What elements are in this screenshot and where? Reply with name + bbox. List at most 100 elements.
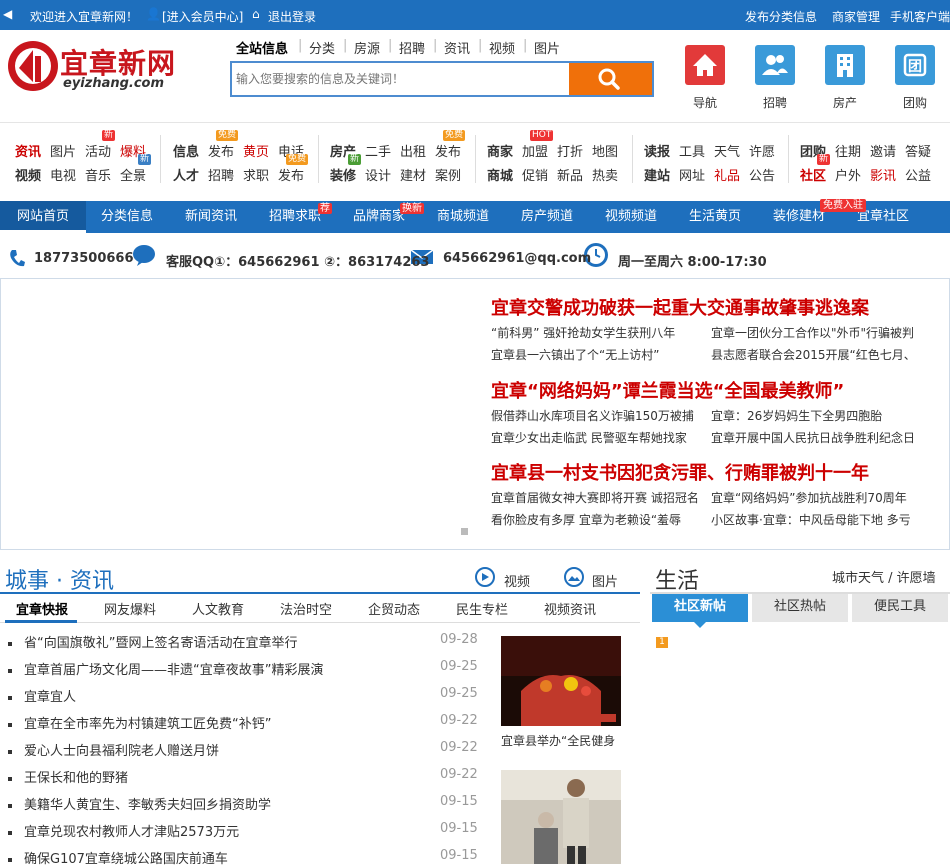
cat-franchise[interactable]: 加盟 bbox=[522, 141, 548, 160]
cat-tv[interactable]: 电视 bbox=[50, 165, 76, 184]
cat-charity[interactable]: 公益 bbox=[905, 165, 931, 184]
jobs-quick-button[interactable] bbox=[755, 45, 795, 85]
cat-invite[interactable]: 邀请 bbox=[870, 141, 896, 160]
slider-dot[interactable] bbox=[461, 528, 468, 535]
cat-images[interactable]: 图片 bbox=[50, 141, 76, 160]
headline-title[interactable]: 宜章县一村支书因犯贪污罪、行贿罪被判十一年 bbox=[491, 459, 869, 485]
tab-express[interactable]: 宜章快报 bbox=[16, 599, 68, 618]
image-icon[interactable] bbox=[562, 567, 586, 587]
cat-recruit[interactable]: 招聘 bbox=[208, 165, 234, 184]
headline-item[interactable]: “前科男” 强奸抢劫女学生获刑八年 bbox=[491, 324, 675, 341]
search-tab-jobs[interactable]: 招聘 bbox=[399, 38, 425, 57]
headline-item[interactable]: 宜章少女出走临武 民警驱车帮她找家 bbox=[491, 429, 687, 446]
search-tab-all[interactable]: 全站信息 bbox=[236, 38, 288, 57]
cat-newproducts[interactable]: 新品 bbox=[557, 165, 583, 184]
nav-mall[interactable]: 商城频道 bbox=[437, 201, 489, 233]
nav-video[interactable]: 视频频道 bbox=[605, 201, 657, 233]
nav-realestate[interactable]: 房产频道 bbox=[521, 201, 573, 233]
tab-scoop[interactable]: 网友爆料 bbox=[104, 599, 156, 618]
list-item[interactable]: 爱心人士向县福利院老人赠送月饼 bbox=[8, 740, 219, 759]
logout-link[interactable]: 退出登录 bbox=[268, 8, 316, 25]
headline-item[interactable]: 宜章：26岁妈妈生下全男四胞胎 bbox=[711, 407, 882, 424]
search-tab-images[interactable]: 图片 bbox=[534, 38, 560, 57]
search-tab-video[interactable]: 视频 bbox=[489, 38, 515, 57]
video-icon[interactable] bbox=[473, 567, 497, 587]
tab-community-new[interactable]: 社区新帖 bbox=[652, 594, 748, 622]
cat-panorama[interactable]: 全景 bbox=[120, 165, 146, 184]
headline-title[interactable]: 宜章交警成功破获一起重大交通事故肇事逃逸案 bbox=[491, 294, 869, 320]
headline-item[interactable]: 宜章首届微女神大赛即将开赛 诚招冠名 bbox=[491, 489, 699, 506]
cat-rent[interactable]: 出租 bbox=[400, 141, 426, 160]
nav-news[interactable]: 新闻资讯 bbox=[185, 201, 237, 233]
cat-hotsale[interactable]: 热卖 bbox=[592, 165, 618, 184]
cat-movies[interactable]: 影讯 bbox=[870, 165, 896, 184]
tab-culture[interactable]: 人文教育 bbox=[192, 599, 244, 618]
cat-tools[interactable]: 工具 bbox=[679, 141, 705, 160]
cat-community[interactable]: 社区 bbox=[800, 165, 826, 184]
cat-mall[interactable]: 商城 bbox=[487, 165, 513, 184]
headline-item[interactable]: 假借莽山水库项目名义诈骗150万被捕 bbox=[491, 407, 694, 424]
image-link[interactable]: 图片 bbox=[592, 571, 618, 590]
list-item[interactable]: 宜章首届广场文化周——非遗“宜章夜故事”精彩展演 bbox=[8, 659, 323, 678]
nav-home[interactable]: 网站首页 bbox=[0, 201, 86, 233]
headline-item[interactable]: 宜章县一六镇出了个“无上访村” bbox=[491, 346, 659, 363]
nav-decoration[interactable]: 装修建材 bbox=[773, 201, 825, 233]
tab-business[interactable]: 企贸动态 bbox=[368, 599, 420, 618]
cat-past[interactable]: 往期 bbox=[835, 141, 861, 160]
cat-website[interactable]: 建站 bbox=[644, 165, 670, 184]
tab-law[interactable]: 法治时空 bbox=[280, 599, 332, 618]
life-links[interactable]: 城市天气 / 许愿墙 bbox=[832, 567, 936, 586]
cat-jobseek[interactable]: 求职 bbox=[243, 165, 269, 184]
merchant-admin-link[interactable]: 商家管理 bbox=[832, 8, 880, 25]
cat-materials[interactable]: 建材 bbox=[400, 165, 426, 184]
groupbuy-quick-button[interactable]: 团 bbox=[895, 45, 935, 85]
search-tab-news[interactable]: 资讯 bbox=[444, 38, 470, 57]
list-item[interactable]: 王保长和他的野猪 bbox=[8, 767, 128, 786]
list-item[interactable]: 省“向国旗敬礼”暨网上签名寄语活动在宜章举行 bbox=[8, 632, 297, 651]
cat-merchant[interactable]: 商家 bbox=[487, 141, 513, 160]
nav-brands[interactable]: 品牌商家 bbox=[353, 201, 405, 233]
cat-news[interactable]: 资讯 bbox=[15, 141, 41, 160]
nav-classified[interactable]: 分类信息 bbox=[101, 201, 153, 233]
headline-item[interactable]: 县志愿者联合会2015开展“红色七月、 bbox=[711, 346, 916, 363]
headline-title[interactable]: 宜章“网络妈妈”谭兰霞当选“全国最美教师” bbox=[491, 377, 844, 403]
cat-yellowpages[interactable]: 黄页 bbox=[243, 141, 269, 160]
cat-publish[interactable]: 发布 bbox=[208, 141, 234, 160]
nav-yellowpages[interactable]: 生活黄页 bbox=[689, 201, 741, 233]
cat-events[interactable]: 活动 bbox=[85, 141, 111, 160]
list-item[interactable]: 宜章宜人 bbox=[8, 686, 76, 705]
nav-jobs[interactable]: 招聘求职 bbox=[269, 201, 321, 233]
headline-item[interactable]: 宜章“网络妈妈”参加抗战胜利70周年 bbox=[711, 489, 907, 506]
nav-quick-button[interactable] bbox=[685, 45, 725, 85]
cat-house-publish[interactable]: 发布 bbox=[435, 141, 461, 160]
tab-video-news[interactable]: 视频资讯 bbox=[544, 599, 596, 618]
cat-talent[interactable]: 人才 bbox=[173, 165, 199, 184]
video-link[interactable]: 视频 bbox=[504, 571, 530, 590]
cat-decoration[interactable]: 装修 bbox=[330, 165, 356, 184]
cat-cases[interactable]: 案例 bbox=[435, 165, 461, 184]
photo-caption[interactable]: 宜章县举办“全民健身 bbox=[501, 732, 615, 749]
tab-community-hot[interactable]: 社区热帖 bbox=[752, 594, 848, 622]
search-button[interactable] bbox=[569, 63, 652, 95]
cat-notice[interactable]: 公告 bbox=[749, 165, 775, 184]
news-photo[interactable] bbox=[501, 770, 621, 864]
tab-utilities[interactable]: 便民工具 bbox=[852, 594, 948, 622]
cat-video[interactable]: 视频 bbox=[15, 165, 41, 184]
cat-music[interactable]: 音乐 bbox=[85, 165, 111, 184]
cat-promotion[interactable]: 促销 bbox=[522, 165, 548, 184]
cat-outdoor[interactable]: 户外 bbox=[835, 165, 861, 184]
headline-item[interactable]: 看你脸皮有多厚 宜章为老赖设“羞辱 bbox=[491, 511, 681, 528]
cat-design[interactable]: 设计 bbox=[365, 165, 391, 184]
list-item[interactable]: 宜章在全市率先为村镇建筑工匠免费“补钙” bbox=[8, 713, 271, 732]
tab-livelihood[interactable]: 民生专栏 bbox=[456, 599, 508, 618]
list-item[interactable]: 宜章兑现农村教师人才津贴2573万元 bbox=[8, 821, 239, 840]
post-classified-link[interactable]: 发布分类信息 bbox=[745, 8, 817, 25]
cat-urls[interactable]: 网址 bbox=[679, 165, 705, 184]
member-center-link[interactable]: [进入会员中心] bbox=[162, 8, 243, 25]
list-item[interactable]: 美籍华人黄宜生、李敏秀夫妇回乡捐资助学 bbox=[8, 794, 271, 813]
search-tab-classified[interactable]: 分类 bbox=[309, 38, 335, 57]
cat-faq[interactable]: 答疑 bbox=[905, 141, 931, 160]
search-input[interactable] bbox=[236, 69, 566, 89]
mobile-client-link[interactable]: 手机客户端 bbox=[890, 8, 950, 25]
cat-gifts[interactable]: 礼品 bbox=[714, 165, 740, 184]
